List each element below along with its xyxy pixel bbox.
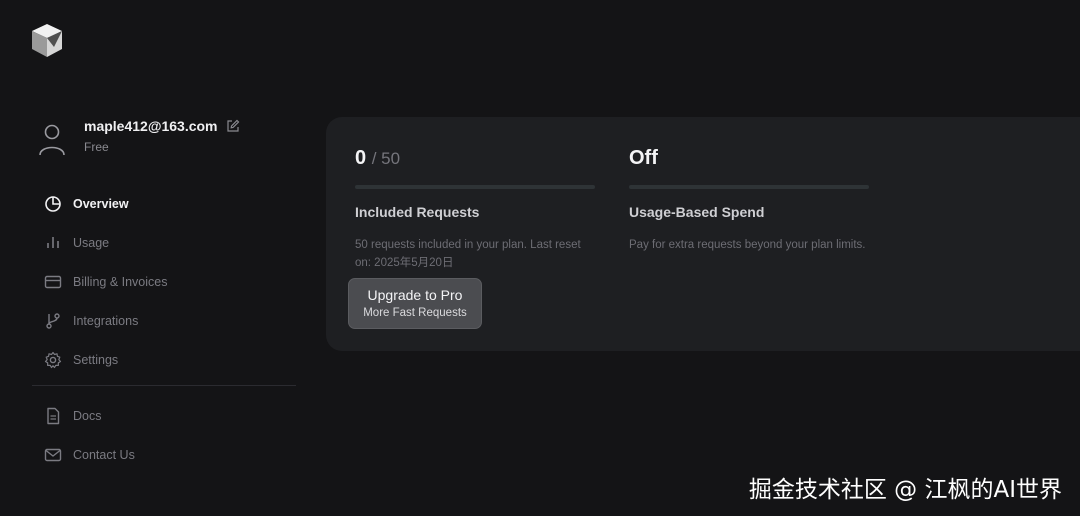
included-requests-value: 0 / 50 bbox=[355, 147, 595, 173]
upgrade-button-title: Upgrade to Pro bbox=[367, 287, 463, 303]
sidebar-item-label: Integrations bbox=[73, 313, 139, 328]
usage-based-spend-description: Pay for extra requests beyond your plan … bbox=[629, 239, 866, 251]
usage-based-spend-value: Off bbox=[629, 147, 658, 169]
user-plan: Free bbox=[84, 140, 109, 154]
pie-chart-icon bbox=[45, 195, 61, 212]
credit-card-icon bbox=[44, 275, 62, 288]
mail-icon bbox=[44, 448, 62, 461]
included-requests-description: 50 requests included in your plan. Last … bbox=[355, 239, 581, 269]
usage-based-spend-title: Usage-Based Spend bbox=[629, 204, 765, 220]
sidebar-item-label: Billing & Invoices bbox=[73, 274, 168, 289]
sidebar-item-label: Settings bbox=[73, 352, 119, 367]
sidebar-item-billing[interactable]: Billing & Invoices bbox=[44, 262, 284, 301]
edit-icon[interactable] bbox=[226, 119, 240, 133]
user-email: maple412@163.com bbox=[84, 118, 218, 134]
requests-used: 0 bbox=[355, 147, 367, 169]
watermark-text: 掘金技术社区 @ 江枫的AI世界 bbox=[748, 477, 1062, 503]
sidebar-item-contact[interactable]: Contact Us bbox=[44, 435, 284, 474]
sidebar-item-usage[interactable]: Usage bbox=[44, 223, 284, 262]
sidebar-item-label: Usage bbox=[73, 235, 110, 250]
document-icon bbox=[47, 407, 60, 424]
included-requests-progress bbox=[355, 185, 595, 189]
user-profile: maple412@163.com Free bbox=[38, 118, 240, 157]
bar-chart-icon bbox=[47, 236, 59, 248]
usage-based-spend-stat: Off Usage-Based Spend Pay for extra requ… bbox=[629, 147, 869, 255]
requests-total: / 50 bbox=[371, 149, 401, 168]
git-branch-icon bbox=[46, 312, 60, 329]
sidebar-item-integrations[interactable]: Integrations bbox=[44, 301, 284, 340]
upgrade-button-subtitle: More Fast Requests bbox=[363, 307, 467, 319]
included-requests-title: Included Requests bbox=[355, 204, 480, 220]
gear-icon bbox=[44, 351, 62, 368]
user-avatar-icon bbox=[39, 124, 65, 156]
upgrade-to-pro-button[interactable]: Upgrade to Pro More Fast Requests bbox=[348, 278, 482, 329]
sidebar-item-settings[interactable]: Settings bbox=[44, 340, 284, 379]
sidebar-item-overview[interactable]: Overview bbox=[44, 184, 284, 223]
included-requests-stat: 0 / 50 Included Requests 50 requests inc… bbox=[355, 147, 595, 272]
sidebar-nav: Overview Usage Billing & Invoices Integr… bbox=[32, 184, 296, 474]
app-logo-icon[interactable] bbox=[30, 23, 64, 59]
sidebar-divider bbox=[32, 385, 296, 386]
sidebar-item-label: Contact Us bbox=[73, 447, 135, 462]
sidebar-item-label: Overview bbox=[73, 196, 129, 211]
sidebar-item-label: Docs bbox=[73, 408, 102, 423]
usage-based-spend-progress bbox=[629, 185, 869, 189]
sidebar-item-docs[interactable]: Docs bbox=[44, 396, 284, 435]
